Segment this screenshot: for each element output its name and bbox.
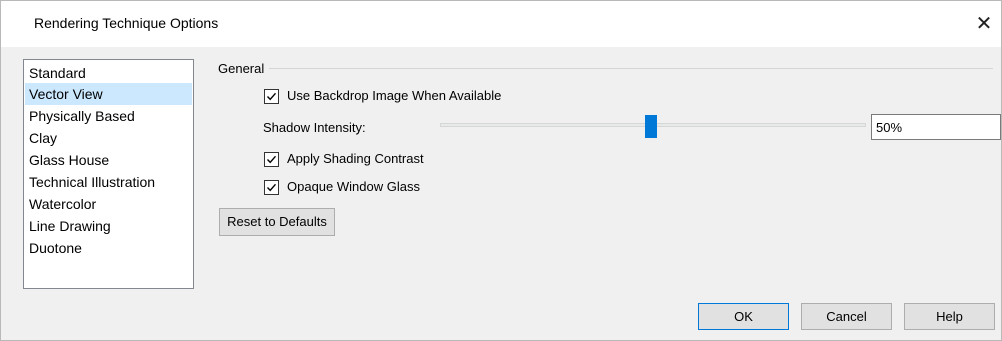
technique-list[interactable]: Standard Vector View Physically Based Cl… xyxy=(23,59,194,289)
list-item-standard[interactable]: Standard xyxy=(25,62,192,84)
checkbox-box[interactable] xyxy=(264,152,279,167)
reset-defaults-button[interactable]: Reset to Defaults xyxy=(219,208,335,236)
checkmark-icon xyxy=(266,92,277,101)
list-item-clay[interactable]: Clay xyxy=(25,127,192,149)
slider-thumb[interactable] xyxy=(645,115,657,138)
checkbox-box[interactable] xyxy=(264,180,279,195)
use-backdrop-label: Use Backdrop Image When Available xyxy=(287,88,502,103)
title-bar: Rendering Technique Options ✕ xyxy=(1,1,1001,47)
list-item-watercolor[interactable]: Watercolor xyxy=(25,193,192,215)
list-item-technical-illustration[interactable]: Technical Illustration xyxy=(25,171,192,193)
group-divider xyxy=(269,68,993,69)
list-item-line-drawing[interactable]: Line Drawing xyxy=(25,215,192,237)
shadow-intensity-input[interactable] xyxy=(871,114,1001,140)
opaque-glass-label: Opaque Window Glass xyxy=(287,179,420,194)
cancel-button[interactable]: Cancel xyxy=(801,303,892,330)
general-group-label: General xyxy=(218,61,265,76)
close-icon[interactable]: ✕ xyxy=(969,9,999,39)
help-button[interactable]: Help xyxy=(904,303,995,330)
checkmark-icon xyxy=(266,155,277,164)
list-item-physically-based[interactable]: Physically Based xyxy=(25,105,192,127)
list-item-duotone[interactable]: Duotone xyxy=(25,237,192,259)
ok-button[interactable]: OK xyxy=(698,303,789,330)
apply-shading-label: Apply Shading Contrast xyxy=(287,151,424,166)
list-item-vector-view[interactable]: Vector View xyxy=(25,83,192,105)
list-item-glass-house[interactable]: Glass House xyxy=(25,149,192,171)
rendering-technique-dialog: Rendering Technique Options ✕ Standard V… xyxy=(0,0,1002,341)
checkmark-icon xyxy=(266,183,277,192)
shadow-intensity-label: Shadow Intensity: xyxy=(263,120,366,135)
checkbox-box[interactable] xyxy=(264,89,279,104)
dialog-title: Rendering Technique Options xyxy=(34,15,219,31)
